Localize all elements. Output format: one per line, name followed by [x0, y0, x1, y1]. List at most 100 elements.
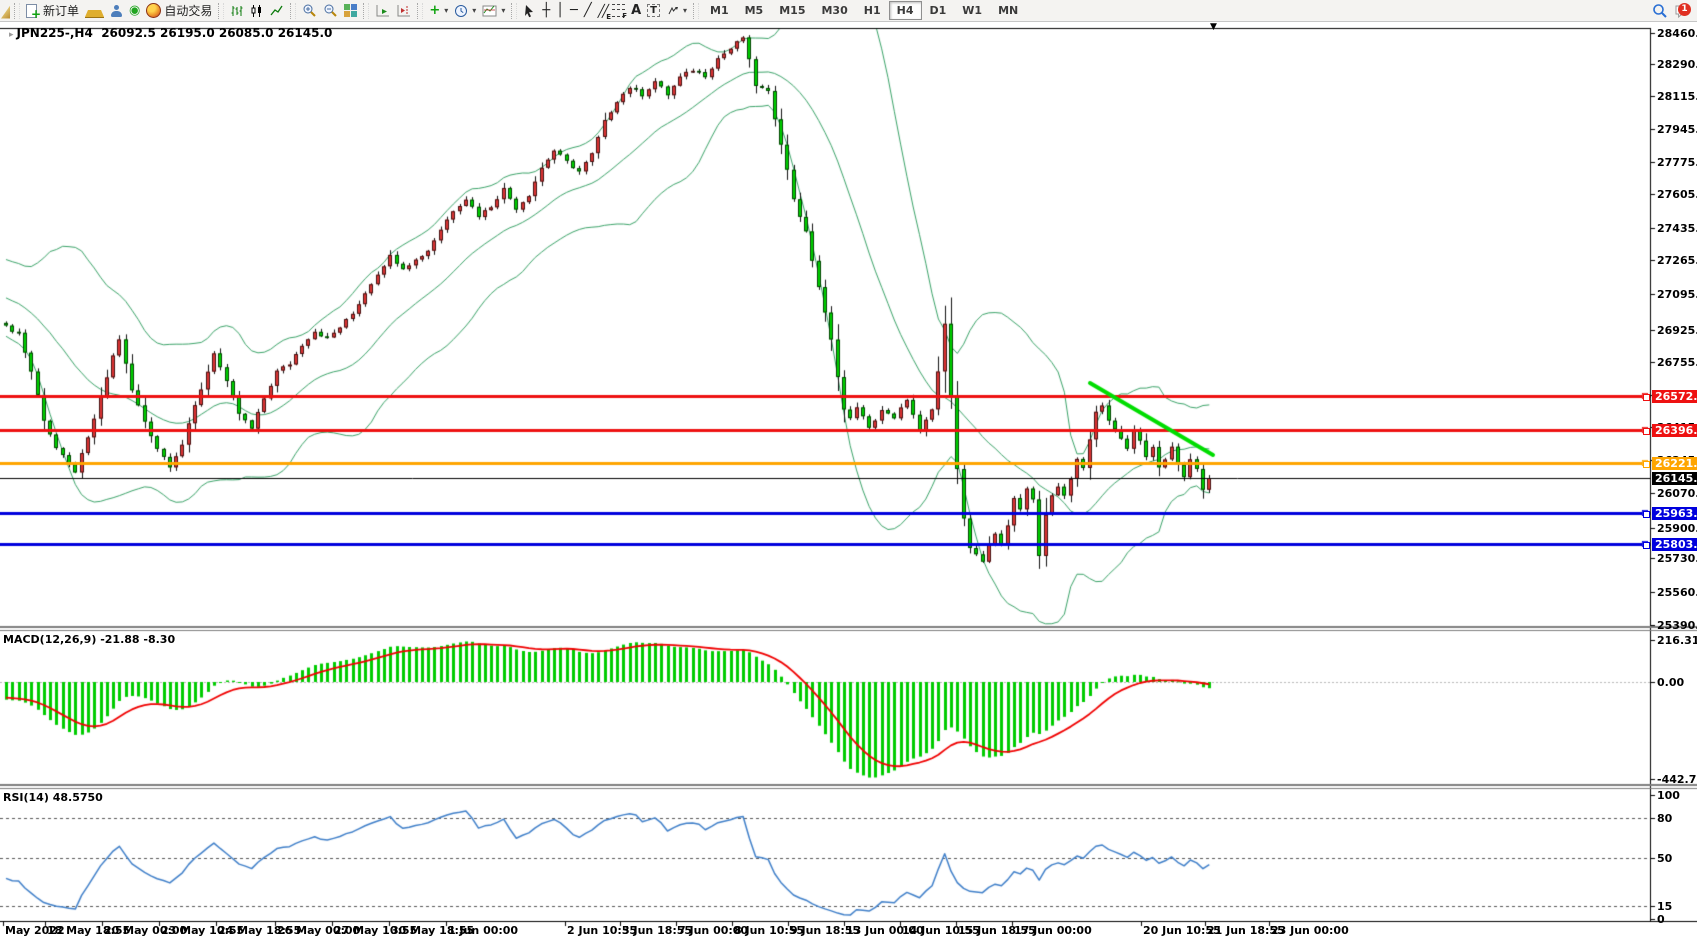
toolbar-grip — [14, 3, 20, 19]
rsi-tick-label: 15 — [1657, 900, 1672, 913]
timeframe-button-mn[interactable]: MN — [990, 1, 1026, 20]
price-tick-label: 25900.0 — [1657, 522, 1697, 535]
text-tool-icon: A — [631, 4, 641, 18]
price-tick-label: 27435.0 — [1657, 222, 1697, 235]
zoom-out-icon — [323, 3, 338, 18]
price-tick-label: 27605.0 — [1657, 188, 1697, 201]
auto-scroll-button[interactable] — [372, 1, 393, 21]
tile-windows-button[interactable] — [341, 1, 360, 21]
template-icon — [482, 4, 497, 18]
line-handle[interactable] — [1643, 461, 1650, 468]
vertical-line-icon: │ — [556, 4, 564, 18]
toolbar-grip — [417, 3, 423, 19]
rsi-tick-label: 80 — [1657, 812, 1672, 825]
periods-button[interactable]: ▾ — [451, 1, 479, 21]
timeframe-button-h1[interactable]: H1 — [856, 1, 889, 20]
time-axis-label: 17 Jun 00:00 — [1014, 924, 1092, 937]
symbol-period-label: JPN225-,H4 — [17, 26, 93, 40]
signal-button[interactable]: ◉ — [126, 1, 143, 21]
dropdown-arrow-icon: ▾ — [683, 6, 687, 15]
candlestick-chart-button[interactable] — [247, 1, 267, 21]
zoom-out-button[interactable] — [320, 1, 341, 21]
profile-icon — [110, 4, 123, 18]
price-line-label: 26572.4 — [1652, 390, 1697, 403]
macd-tick-label: 216.31 — [1657, 634, 1697, 647]
auto-trading-globe-icon — [146, 3, 161, 18]
equidistant-channel-icon: ╱╱E — [598, 4, 606, 18]
new-order-button[interactable]: + 新订单 — [23, 1, 82, 21]
dropdown-arrow-icon: ▾ — [444, 6, 448, 15]
line-handle[interactable] — [1643, 394, 1650, 401]
price-tick-label: 27775.0 — [1657, 156, 1697, 169]
horizontal-line-icon: ─ — [570, 4, 578, 18]
price-tick-label: 26070.0 — [1657, 487, 1697, 500]
price-tick-label: 28460.0 — [1657, 27, 1697, 40]
price-line-label: 25803.4 — [1652, 538, 1697, 551]
zoom-in-icon — [302, 3, 317, 18]
timeframe-group: M1M5M15M30H1H4D1W1MN — [702, 1, 1026, 20]
fibonacci-tool-button[interactable]: F — [609, 1, 628, 21]
profile-button[interactable] — [107, 1, 126, 21]
rsi-tick-label: 0 — [1657, 913, 1665, 926]
vertical-line-tool-button[interactable]: │ — [553, 1, 567, 21]
price-tick-label: 27945.0 — [1657, 123, 1697, 136]
line-chart-button[interactable] — [267, 1, 287, 21]
timeframe-button-w1[interactable]: W1 — [954, 1, 990, 20]
tile-windows-icon — [344, 4, 357, 17]
crosshair-tool-button[interactable]: ┼ — [539, 1, 553, 21]
trendline-icon: ╱ — [584, 4, 592, 18]
horizontal-line-tool-button[interactable]: ─ — [567, 1, 581, 21]
time-axis-label: 1 Jun 00:00 — [448, 924, 518, 937]
toolbar-grip — [290, 3, 296, 19]
macd-values: -21.88 -8.30 — [100, 633, 175, 646]
notification-badge: 1 — [1678, 3, 1691, 16]
timeframe-button-m5[interactable]: M5 — [737, 1, 772, 20]
templates-button[interactable]: ▾ — [479, 1, 508, 21]
macd-tick-label: -442.76 — [1657, 773, 1697, 786]
zoom-in-button[interactable] — [299, 1, 320, 21]
price-tick-label: 27265.0 — [1657, 254, 1697, 267]
price-line-label: 26221.4 — [1652, 457, 1697, 470]
timeframe-button-m1[interactable]: M1 — [702, 1, 737, 20]
auto-trading-button[interactable]: 自动交易 — [143, 1, 215, 21]
candlestick-chart-icon — [250, 4, 264, 18]
price-tick-label: 28115.0 — [1657, 90, 1697, 103]
line-handle[interactable] — [1643, 428, 1650, 435]
chart-canvas[interactable] — [0, 22, 1697, 940]
search-button[interactable] — [1649, 1, 1671, 21]
new-order-label: 新订单 — [43, 2, 79, 19]
price-tick-label: 25560.0 — [1657, 586, 1697, 599]
rsi-label: RSI(14) 48.5750 — [3, 791, 103, 804]
chart-shift-button[interactable] — [393, 1, 414, 21]
line-handle[interactable] — [1643, 511, 1650, 518]
timeframe-button-h4[interactable]: H4 — [889, 1, 922, 20]
toolbar-grip — [363, 3, 369, 19]
notifications-button[interactable]: 1 — [1671, 2, 1693, 20]
price-line-label: 25963.4 — [1652, 507, 1697, 520]
timeframe-button-m30[interactable]: M30 — [813, 1, 855, 20]
price-tick-label: 26925.0 — [1657, 324, 1697, 337]
gold-button[interactable] — [82, 1, 107, 21]
macd-label: MACD(12,26,9) -21.88 -8.30 — [3, 633, 175, 646]
macd-tick-label: 0.00 — [1657, 676, 1684, 689]
rsi-value: 48.5750 — [53, 791, 103, 804]
arrows-tool-button[interactable]: ▾ — [663, 1, 690, 21]
bar-chart-button[interactable] — [227, 1, 247, 21]
channel-tool-button[interactable]: ╱╱E — [595, 1, 609, 21]
cursor-tool-button[interactable] — [520, 1, 539, 21]
text-label-tool-button[interactable]: T — [644, 1, 663, 21]
line-handle[interactable] — [1643, 542, 1650, 549]
indicators-button[interactable]: + ▾ — [426, 1, 451, 21]
trendline-tool-button[interactable]: ╱ — [581, 1, 595, 21]
text-tool-button[interactable]: A — [628, 1, 644, 21]
timeframe-button-d1[interactable]: D1 — [922, 1, 955, 20]
bar-chart-icon — [230, 4, 244, 18]
toolbar-grip — [693, 3, 699, 19]
auto-scroll-icon — [375, 4, 390, 18]
timeframe-button-m15[interactable]: M15 — [771, 1, 813, 20]
one-click-trading-arrow-icon[interactable]: ▸ — [9, 30, 14, 40]
chart-shift-marker-icon[interactable]: ▼ — [1210, 22, 1217, 32]
text-label-icon: T — [647, 4, 660, 17]
price-tick-label: 26755.0 — [1657, 356, 1697, 369]
fibonacci-icon: F — [612, 4, 625, 17]
